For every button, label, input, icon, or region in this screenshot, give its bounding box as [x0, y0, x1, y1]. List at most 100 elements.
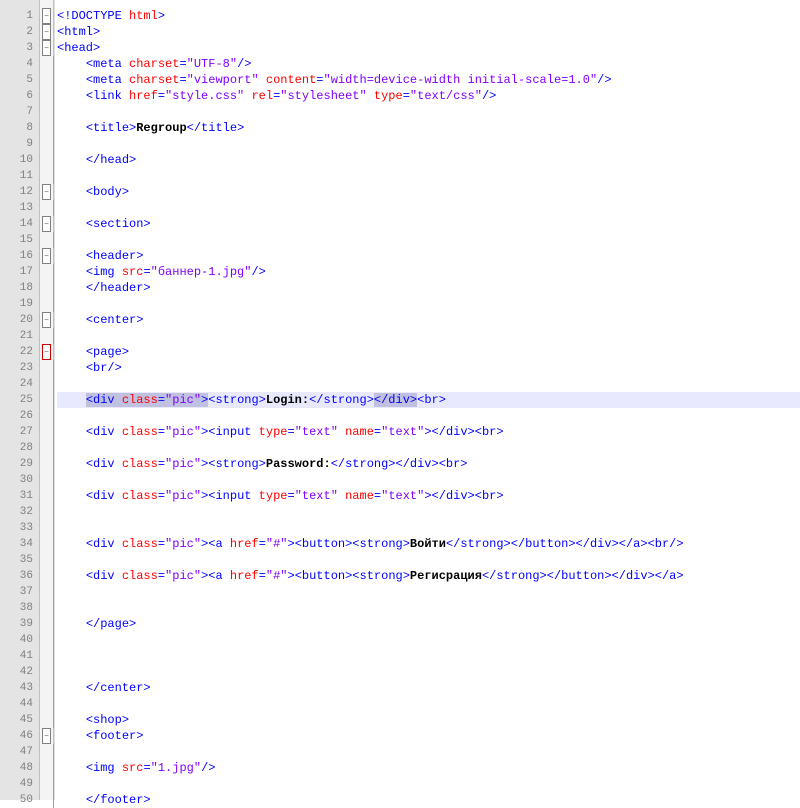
- code-line[interactable]: [57, 296, 800, 312]
- line-number[interactable]: 33: [0, 520, 39, 536]
- line-number[interactable]: 40: [0, 632, 39, 648]
- fold-toggle-icon[interactable]: −: [42, 184, 51, 200]
- line-number[interactable]: 20: [0, 312, 39, 328]
- code-line[interactable]: <div class="pic"><strong>Login:</strong>…: [57, 392, 800, 408]
- code-line[interactable]: [57, 520, 800, 536]
- code-line[interactable]: [57, 328, 800, 344]
- line-number[interactable]: 50: [0, 792, 39, 808]
- line-number[interactable]: 45: [0, 712, 39, 728]
- code-line[interactable]: [57, 664, 800, 680]
- code-line[interactable]: [57, 584, 800, 600]
- fold-toggle-icon[interactable]: −: [42, 8, 51, 24]
- code-line[interactable]: [57, 440, 800, 456]
- line-number[interactable]: 9: [0, 136, 39, 152]
- code-line[interactable]: [57, 472, 800, 488]
- code-line[interactable]: <meta charset="UTF-8"/>: [57, 56, 800, 72]
- line-number[interactable]: 15: [0, 232, 39, 248]
- code-line[interactable]: [57, 552, 800, 568]
- line-number[interactable]: 42: [0, 664, 39, 680]
- code-line[interactable]: <img src="баннер-1.jpg"/>: [57, 264, 800, 280]
- code-line[interactable]: <section>: [57, 216, 800, 232]
- code-line[interactable]: <shop>: [57, 712, 800, 728]
- code-line[interactable]: [57, 696, 800, 712]
- code-line[interactable]: <body>: [57, 184, 800, 200]
- fold-toggle-icon[interactable]: −: [42, 312, 51, 328]
- line-number[interactable]: 12: [0, 184, 39, 200]
- line-number[interactable]: 48: [0, 760, 39, 776]
- line-number[interactable]: 44: [0, 696, 39, 712]
- line-number[interactable]: 49: [0, 776, 39, 792]
- code-line[interactable]: [57, 168, 800, 184]
- line-number[interactable]: 18: [0, 280, 39, 296]
- code-line[interactable]: <head>: [57, 40, 800, 56]
- line-number[interactable]: 34: [0, 536, 39, 552]
- code-line[interactable]: <div class="pic"><input type="text" name…: [57, 488, 800, 504]
- code-line[interactable]: <center>: [57, 312, 800, 328]
- line-number[interactable]: 16: [0, 248, 39, 264]
- line-number[interactable]: 14: [0, 216, 39, 232]
- code-line[interactable]: [57, 104, 800, 120]
- line-number[interactable]: 1: [0, 8, 39, 24]
- line-number[interactable]: 11: [0, 168, 39, 184]
- line-number[interactable]: 41: [0, 648, 39, 664]
- line-number[interactable]: 7: [0, 104, 39, 120]
- line-number[interactable]: 30: [0, 472, 39, 488]
- code-line[interactable]: [57, 648, 800, 664]
- code-line[interactable]: [57, 632, 800, 648]
- line-number[interactable]: 22: [0, 344, 39, 360]
- code-line[interactable]: </center>: [57, 680, 800, 696]
- code-editor[interactable]: <!DOCTYPE html><html><head> <meta charse…: [54, 0, 800, 800]
- fold-toggle-icon[interactable]: −: [42, 24, 51, 40]
- fold-toggle-icon[interactable]: −: [42, 248, 51, 264]
- code-line[interactable]: <div class="pic"><input type="text" name…: [57, 424, 800, 440]
- line-number[interactable]: 39: [0, 616, 39, 632]
- code-line[interactable]: </page>: [57, 616, 800, 632]
- fold-toggle-icon[interactable]: −: [42, 216, 51, 232]
- line-number[interactable]: 37: [0, 584, 39, 600]
- code-line[interactable]: [57, 744, 800, 760]
- code-line[interactable]: <!DOCTYPE html>: [57, 8, 800, 24]
- line-number[interactable]: 26: [0, 408, 39, 424]
- line-number[interactable]: 43: [0, 680, 39, 696]
- code-line[interactable]: [57, 408, 800, 424]
- fold-column[interactable]: −−−−−−−−−: [40, 0, 54, 800]
- line-number[interactable]: 21: [0, 328, 39, 344]
- line-number[interactable]: 28: [0, 440, 39, 456]
- code-line[interactable]: <title>Regroup</title>: [57, 120, 800, 136]
- code-line[interactable]: <html>: [57, 24, 800, 40]
- code-line[interactable]: <div class="pic"><strong>Password:</stro…: [57, 456, 800, 472]
- line-number-gutter[interactable]: 1234567891011121314151617181920212223242…: [0, 0, 40, 800]
- line-number[interactable]: 46: [0, 728, 39, 744]
- line-number[interactable]: 2: [0, 24, 39, 40]
- code-line[interactable]: [57, 600, 800, 616]
- line-number[interactable]: 19: [0, 296, 39, 312]
- code-line[interactable]: <br/>: [57, 360, 800, 376]
- line-number[interactable]: 32: [0, 504, 39, 520]
- code-line[interactable]: <meta charset="viewport" content="width=…: [57, 72, 800, 88]
- line-number[interactable]: 36: [0, 568, 39, 584]
- line-number[interactable]: 35: [0, 552, 39, 568]
- line-number[interactable]: 3: [0, 40, 39, 56]
- code-line[interactable]: <footer>: [57, 728, 800, 744]
- fold-toggle-icon[interactable]: −: [42, 40, 51, 56]
- code-line[interactable]: <link href="style.css" rel="stylesheet" …: [57, 88, 800, 104]
- code-line[interactable]: [57, 200, 800, 216]
- line-number[interactable]: 8: [0, 120, 39, 136]
- line-number[interactable]: 5: [0, 72, 39, 88]
- line-number[interactable]: 27: [0, 424, 39, 440]
- code-line[interactable]: [57, 232, 800, 248]
- line-number[interactable]: 6: [0, 88, 39, 104]
- code-line[interactable]: <page>: [57, 344, 800, 360]
- code-line[interactable]: [57, 376, 800, 392]
- code-line[interactable]: <div class="pic"><a href="#"><button><st…: [57, 536, 800, 552]
- line-number[interactable]: 25: [0, 392, 39, 408]
- code-line[interactable]: [57, 776, 800, 792]
- line-number[interactable]: 29: [0, 456, 39, 472]
- fold-toggle-icon[interactable]: −: [42, 728, 51, 744]
- line-number[interactable]: 4: [0, 56, 39, 72]
- code-line[interactable]: [57, 136, 800, 152]
- code-line[interactable]: </head>: [57, 152, 800, 168]
- line-number[interactable]: 13: [0, 200, 39, 216]
- code-line[interactable]: <img src="1.jpg"/>: [57, 760, 800, 776]
- line-number[interactable]: 10: [0, 152, 39, 168]
